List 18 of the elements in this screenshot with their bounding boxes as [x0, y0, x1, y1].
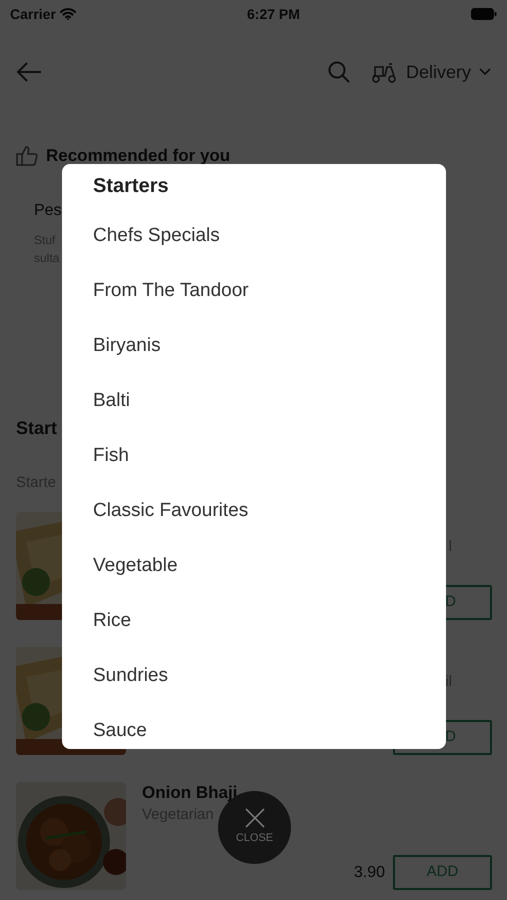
category-item[interactable]: Classic Favourites	[93, 484, 446, 539]
carrier-label: Carrier	[10, 4, 56, 24]
category-item[interactable]: Rice	[93, 594, 446, 649]
category-item[interactable]: Biryanis	[93, 319, 446, 374]
category-item[interactable]: Fish	[93, 429, 446, 484]
section-title: Start	[16, 417, 58, 440]
section-heading: Recommended for you	[46, 146, 230, 166]
category-item[interactable]: Sundries	[93, 649, 446, 704]
dish-title: Pes	[34, 201, 62, 221]
category-item[interactable]: From The Tandoor	[93, 264, 446, 319]
sheet-title: Starters	[93, 174, 170, 199]
category-item[interactable]: Sauce	[93, 704, 446, 759]
category-item[interactable]: Vegetable	[93, 539, 446, 594]
category-item[interactable]: Chefs Specials	[93, 209, 446, 264]
dish-price: 3.90	[354, 862, 385, 882]
close-icon	[244, 808, 264, 828]
status-time: 6:27 PM	[247, 4, 300, 24]
category-item[interactable]: Balti	[93, 374, 446, 429]
